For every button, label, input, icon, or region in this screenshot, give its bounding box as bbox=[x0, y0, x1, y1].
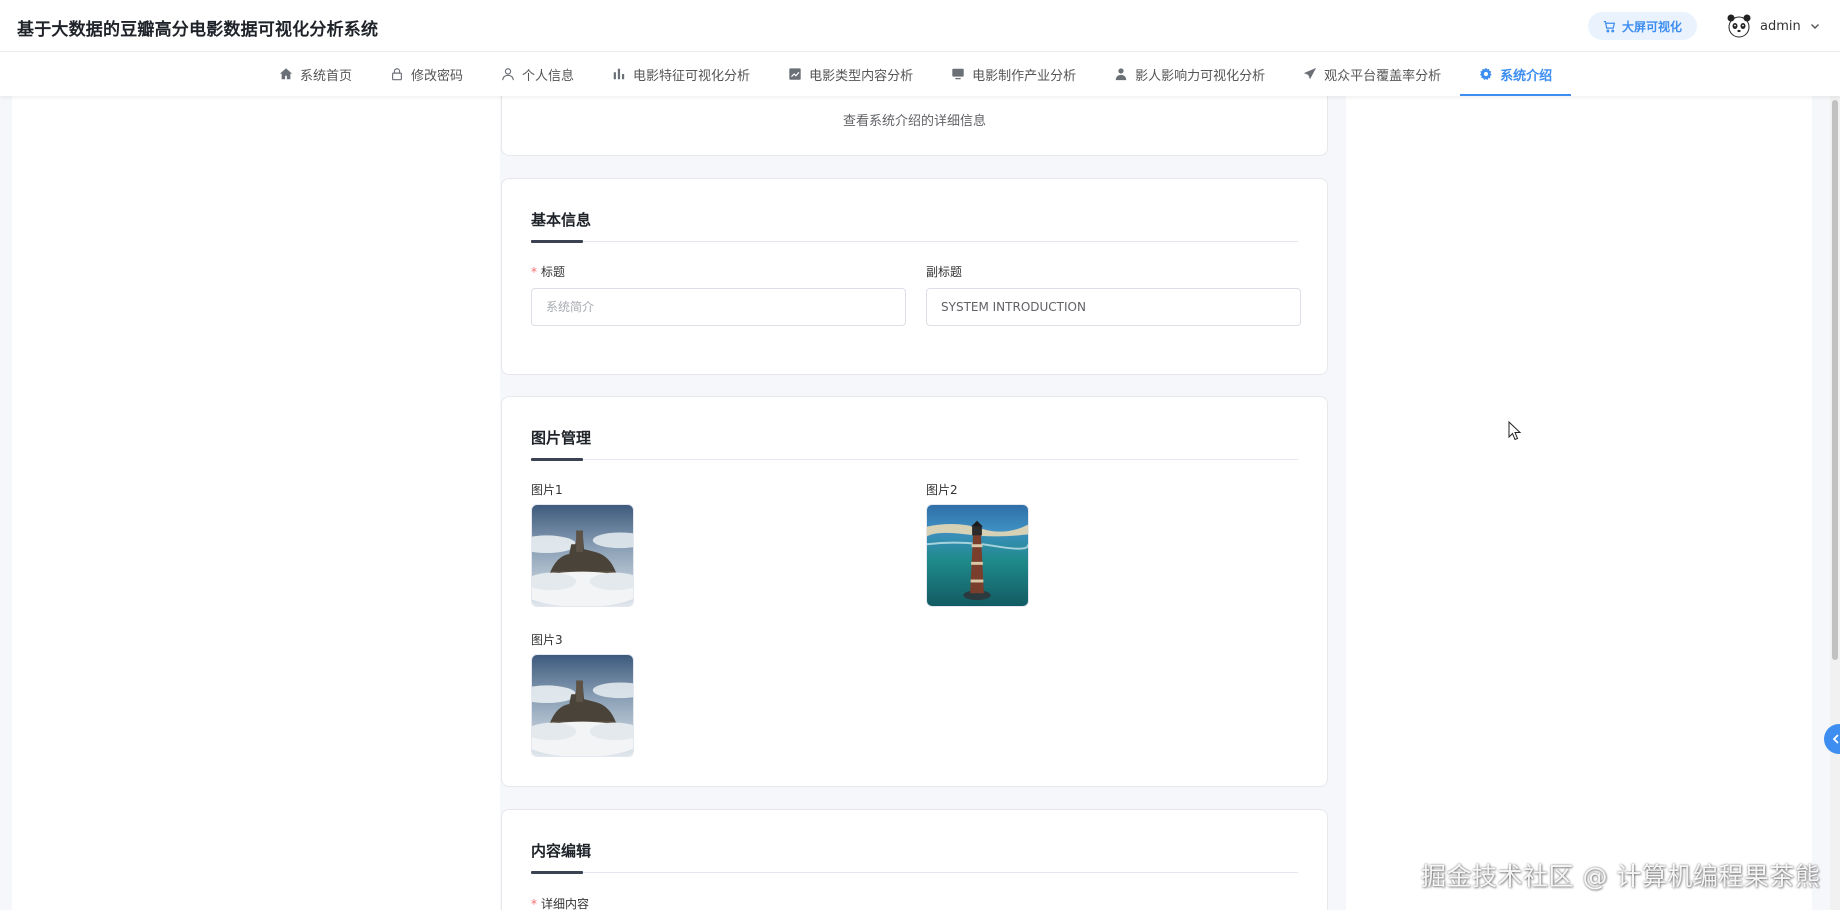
watermark: 掘金技术社区 @ 计算机编程果茶熊 bbox=[1421, 862, 1821, 891]
nav-item-label: 电影类型内容分析 bbox=[809, 68, 914, 84]
basic-info-card: 基本信息 * 标题 副标题 bbox=[501, 178, 1328, 375]
section-divider bbox=[531, 458, 1298, 461]
nav-item-label: 个人信息 bbox=[522, 68, 575, 84]
nav-item-movie-features[interactable]: 电影特征可视化分析 bbox=[593, 52, 769, 96]
detail-label-text: 详细内容 bbox=[541, 897, 590, 910]
lock-icon bbox=[392, 68, 402, 81]
image1-label: 图片1 bbox=[531, 483, 563, 497]
chevron-left-icon bbox=[1832, 734, 1839, 744]
person-icon bbox=[1115, 68, 1127, 81]
big-screen-button[interactable]: 大屏可视化 bbox=[1588, 12, 1698, 40]
section-title: 图片管理 bbox=[531, 429, 592, 447]
section-title: 基本信息 bbox=[531, 211, 592, 229]
bar-chart-icon bbox=[613, 68, 625, 80]
left-panel bbox=[12, 96, 500, 910]
top-header: 基于大数据的豆瓣高分电影数据可视化分析系统 大屏可视化 admin bbox=[0, 0, 1840, 52]
image-management-card: 图片管理 图片1 图片2 图片3 bbox=[501, 396, 1328, 787]
nav-item-platform-coverage[interactable]: 观众平台覆盖率分析 bbox=[1284, 52, 1460, 96]
image1-thumbnail[interactable] bbox=[531, 504, 634, 607]
main-nav: 系统首页 修改密码 个人信息 电影特征可视化分析 电影类型内容分析 电影制作产业… bbox=[0, 52, 1840, 96]
app-title: 基于大数据的豆瓣高分电影数据可视化分析系统 bbox=[17, 20, 379, 40]
required-mark: * bbox=[531, 897, 537, 910]
nav-item-label: 系统首页 bbox=[300, 68, 353, 84]
send-icon bbox=[1303, 67, 1317, 80]
user-icon bbox=[502, 68, 514, 81]
nav-item-home[interactable]: 系统首页 bbox=[260, 52, 371, 96]
section-divider bbox=[531, 871, 1298, 874]
detail-field-label: * 详细内容 bbox=[531, 895, 589, 910]
nav-item-label: 影人影响力可视化分析 bbox=[1135, 68, 1266, 84]
home-icon bbox=[279, 68, 293, 80]
subtitle-input[interactable] bbox=[926, 288, 1301, 326]
nav-item-label: 观众平台覆盖率分析 bbox=[1324, 68, 1442, 84]
gear-icon bbox=[1480, 67, 1492, 80]
nav-item-profile[interactable]: 个人信息 bbox=[482, 52, 593, 96]
nav-item-label: 电影特征可视化分析 bbox=[633, 68, 751, 84]
side-panel-toggle[interactable] bbox=[1824, 724, 1840, 754]
section-title: 内容编辑 bbox=[531, 842, 592, 860]
trend-chart-icon bbox=[789, 68, 801, 80]
nav-item-production-industry[interactable]: 电影制作产业分析 bbox=[932, 52, 1095, 96]
user-menu[interactable]: admin bbox=[1726, 12, 1821, 40]
dashboard-icon bbox=[1603, 20, 1616, 32]
section-divider bbox=[531, 240, 1298, 243]
nav-item-label: 系统介绍 bbox=[1500, 68, 1553, 84]
right-panel bbox=[1346, 96, 1812, 910]
chevron-down-icon bbox=[1810, 24, 1819, 29]
lighthouse-image bbox=[927, 505, 1028, 606]
image2-label: 图片2 bbox=[926, 483, 958, 497]
hilltop-town-image bbox=[532, 505, 633, 606]
mouse-cursor-icon bbox=[1508, 421, 1522, 441]
intro-subtitle: 查看系统介绍的详细信息 bbox=[842, 114, 986, 129]
required-mark: * bbox=[531, 265, 537, 279]
subtitle-field-label: 副标题 bbox=[926, 265, 963, 279]
hilltop-town-image bbox=[532, 655, 633, 756]
big-screen-label: 大屏可视化 bbox=[1622, 19, 1683, 34]
image3-thumbnail[interactable] bbox=[531, 654, 634, 757]
image2-thumbnail[interactable] bbox=[926, 504, 1029, 607]
avatar bbox=[1727, 14, 1751, 38]
title-input[interactable] bbox=[531, 288, 906, 326]
username: admin bbox=[1760, 18, 1801, 34]
title-label-text: 标题 bbox=[541, 265, 566, 279]
image3-label: 图片3 bbox=[531, 633, 563, 647]
nav-item-change-password[interactable]: 修改密码 bbox=[371, 52, 482, 96]
monitor-icon bbox=[952, 68, 964, 80]
nav-item-system-intro[interactable]: 系统介绍 bbox=[1460, 52, 1572, 96]
nav-item-genre-content[interactable]: 电影类型内容分析 bbox=[769, 52, 932, 96]
nav-item-label: 电影制作产业分析 bbox=[972, 68, 1077, 84]
nav-item-label: 修改密码 bbox=[411, 68, 464, 84]
nav-list: 系统首页 修改密码 个人信息 电影特征可视化分析 电影类型内容分析 电影制作产业… bbox=[260, 52, 1572, 96]
content-edit-card: 内容编辑 * 详细内容 bbox=[501, 809, 1328, 910]
title-field-label: * 标题 bbox=[531, 263, 565, 280]
scrollbar-thumb[interactable] bbox=[1832, 100, 1838, 660]
nav-item-filmmaker-influence[interactable]: 影人影响力可视化分析 bbox=[1095, 52, 1284, 96]
